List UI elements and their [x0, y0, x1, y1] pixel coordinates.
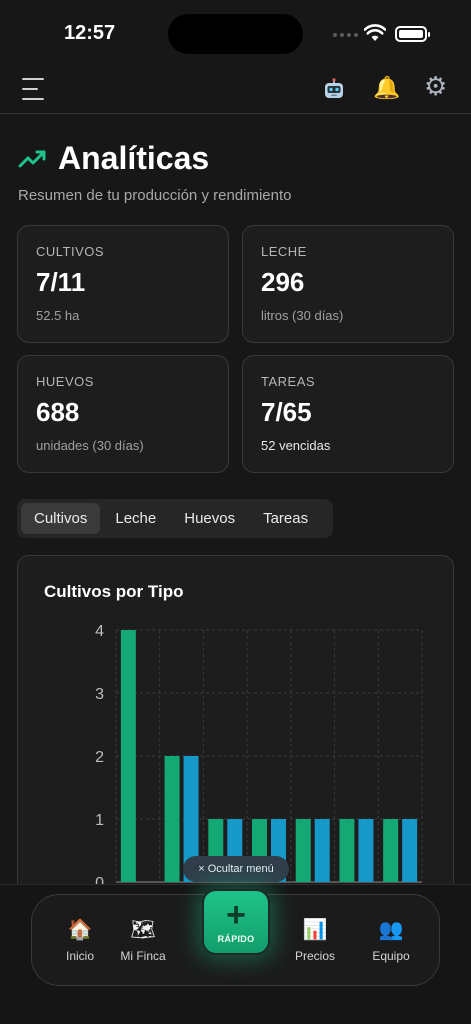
chart-y-tick-label: 1 [95, 812, 104, 829]
plus-icon: + [226, 896, 246, 934]
people-icon: 👥 [378, 919, 404, 941]
stat-value: 7/11 [36, 267, 86, 297]
tab-leche[interactable]: Leche [102, 503, 169, 534]
chart-y-tick-label: 3 [95, 686, 104, 703]
chart-bar [383, 819, 399, 882]
chart-bar [358, 819, 374, 882]
stat-subtext: 52 vencidas [261, 438, 331, 453]
chart-bar [164, 756, 180, 882]
nav-item-label: Inicio [65, 949, 94, 963]
menu-icon[interactable] [22, 78, 46, 100]
map-icon: 🗺 [130, 919, 156, 941]
quick-action-label: RÁPIDO [217, 934, 255, 944]
wifi-icon [364, 24, 386, 41]
chart-bar [314, 819, 330, 882]
tab-cultivos[interactable]: Cultivos [21, 503, 101, 534]
chart-bar [295, 819, 311, 882]
nav-item-inicio[interactable]: 🏠 Inicio [45, 917, 115, 963]
hide-menu-button[interactable]: × Ocultar menú [183, 856, 289, 882]
stat-value: 296 [261, 267, 305, 297]
status-bar: 12:57 [0, 0, 471, 70]
stat-subtext: unidades (30 días) [36, 438, 144, 453]
nav-item-label: Mi Finca [120, 949, 166, 963]
house-icon: 🏠 [67, 919, 93, 941]
stat-label: HUEVOS [36, 374, 94, 389]
chart-title: Cultivos por Tipo [44, 582, 184, 601]
bar-chart-icon: 📊 [302, 919, 328, 941]
stat-card-tareas[interactable]: TAREAS 7/65 52 vencidas [242, 355, 454, 473]
bell-icon[interactable]: 🔔 [373, 75, 400, 101]
top-navigation: 🔔 ⚙ [0, 70, 471, 114]
nav-item-precios[interactable]: 📊 Precios [280, 917, 350, 963]
nav-item-equipo[interactable]: 👥 Equipo [356, 917, 426, 963]
stat-subtext: 52.5 ha [36, 308, 80, 323]
page-subtitle: Resumen de tu producción y rendimiento [18, 187, 292, 204]
chart-bar [120, 630, 136, 882]
chart-bar [339, 819, 355, 882]
chart-y-tick-label: 2 [95, 749, 104, 766]
stat-label: LECHE [261, 244, 307, 259]
nav-item-label: Equipo [372, 949, 410, 963]
tab-huevos[interactable]: Huevos [171, 503, 248, 534]
tab-tareas[interactable]: Tareas [250, 503, 321, 534]
cellular-signal-icon [333, 33, 358, 37]
page-header: Analíticas Resumen de tu producción y re… [18, 140, 292, 204]
stat-value: 7/65 [261, 397, 312, 427]
nav-item-mi-finca[interactable]: 🗺 Mi Finca [108, 917, 178, 963]
stat-card-cultivos[interactable]: CULTIVOS 7/11 52.5 ha [17, 225, 229, 343]
trending-up-icon [18, 150, 46, 167]
stat-label: TAREAS [261, 374, 316, 389]
nav-item-label: Precios [294, 949, 335, 963]
stat-value: 688 [36, 397, 80, 427]
chart-y-tick-label: 4 [95, 623, 104, 640]
analytics-tabs: Cultivos Leche Huevos Tareas [17, 499, 333, 538]
stat-card-huevos[interactable]: HUEVOS 688 unidades (30 días) [17, 355, 229, 473]
stat-label: CULTIVOS [36, 244, 105, 259]
quick-action-button[interactable]: + RÁPIDO [202, 889, 270, 955]
chart-bar [402, 819, 418, 882]
status-time: 12:57 [64, 22, 116, 44]
battery-icon [395, 26, 430, 42]
stat-subtext: litros (30 días) [261, 308, 344, 323]
stat-card-leche[interactable]: LECHE 296 litros (30 días) [242, 225, 454, 343]
gear-icon[interactable]: ⚙ [424, 73, 447, 99]
robot-icon[interactable] [322, 78, 346, 102]
dynamic-island [168, 14, 303, 54]
page-title: Analíticas [58, 140, 210, 176]
